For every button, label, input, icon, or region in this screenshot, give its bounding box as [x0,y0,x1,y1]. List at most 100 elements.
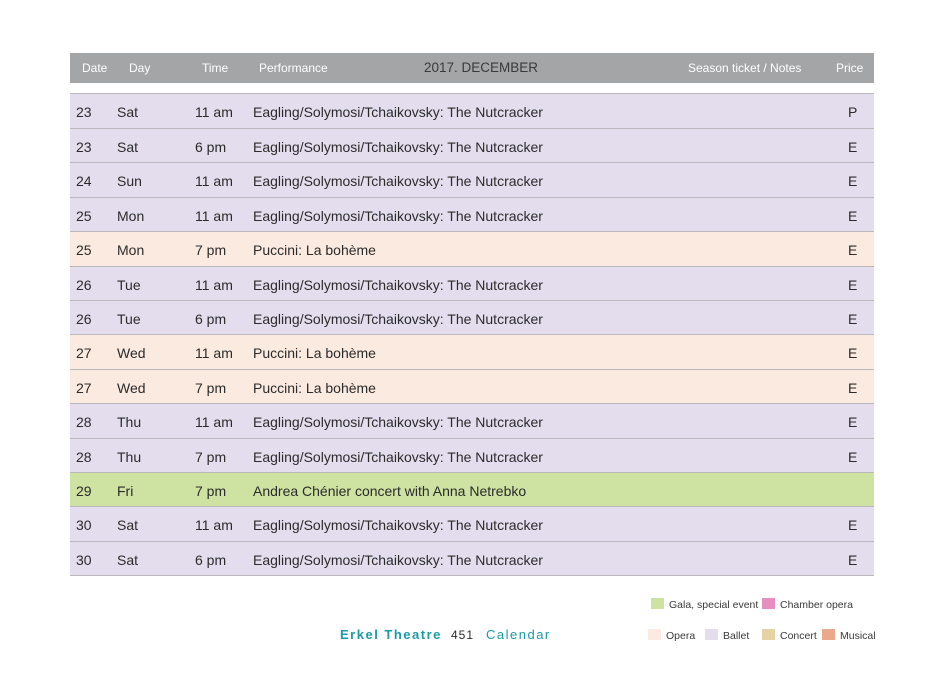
row-price: E [848,448,858,465]
row-performance: Eagling/Solymosi/Tchaikovsky: The Nutcra… [253,207,543,224]
row-time: 11 am [195,414,233,431]
table-row: 23 Sat 11 am Eagling/Solymosi/Tchaikovsky: … [70,94,874,129]
row-time: 7 pm [195,379,227,396]
row-day: Tue [117,310,141,327]
row-date: 30 [76,551,92,568]
row-day: Thu [117,414,142,431]
table-row: 28 Thu 11 am Eagling/Solymosi/Tchaikovsky: … [70,404,874,439]
row-date: 30 [76,517,92,534]
row-day: Sat [117,104,139,120]
row-date: 28 [76,448,92,465]
row-time: 11 am [195,104,233,120]
row-performance: Eagling/Solymosi/Tchaikovsky: The Nutcra… [253,414,543,431]
row-performance: Eagling/Solymosi/Tchaikovsky: The Nutcra… [253,139,543,155]
row-day: Mon [117,207,145,224]
row-time: 6 pm [195,310,227,327]
row-performance: Eagling/Solymosi/Tchaikovsky: The Nutcra… [253,276,543,293]
table-row: 26 Tue 6 pm Eagling/Solymosi/Tchaikovsky: T… [70,300,874,336]
row-time: 11 am [195,276,233,293]
row-price: E [848,379,858,396]
legend-gala-label: Gala, special event [669,599,759,611]
row-day: Thu [117,448,142,465]
header-day: Day [129,61,151,75]
row-day: Tue [117,276,141,293]
row-date: 23 [76,139,92,155]
row-price: E [848,139,858,155]
legend-chamber-swatch [762,598,775,609]
calendar-table: Date Day Time Performance 2017. DECEMBER… [70,53,874,577]
row-time: 7 pm [195,482,227,499]
row-price: E [848,173,858,190]
header-date: Date [82,61,108,75]
row-performance: Eagling/Solymosi/Tchaikovsky: The Nutcra… [253,517,543,534]
legend-concert-swatch [762,629,775,640]
row-day: Wed [117,345,146,362]
row-time: 11 am [195,207,233,224]
table-row: 30 Sat 11 am Eagling/Solymosi/Tchaikovsky: … [70,507,874,542]
footer-theatre: Erkel Theatre [340,627,442,642]
row-date: 23 [76,104,92,120]
header-spacer [70,83,874,94]
row-performance: Puccini: La bohème [253,242,376,259]
row-performance: Puccini: La bohème [253,345,376,362]
row-date: 26 [76,276,92,293]
legend-opera-swatch [648,629,661,640]
table-row: 25 Mon 11 am Eagling/Solymosi/Tchaikovsky: … [70,197,874,233]
row-price: E [848,414,858,431]
row-price: E [848,310,858,327]
legend-musical-swatch [822,629,835,640]
row-performance: Eagling/Solymosi/Tchaikovsky: The Nutcra… [253,551,543,568]
legend-concert-label: Concert [780,630,817,642]
legend-chamber-label: Chamber opera [780,599,853,611]
legend-musical-label: Musical [840,630,876,642]
row-date: 24 [76,173,92,190]
header-time: Time [202,61,229,75]
row-time: 11 am [195,345,233,362]
row-day: Sun [117,173,142,190]
legend-ballet: Ballet [705,629,749,642]
row-price: E [848,207,858,224]
row-day: Wed [117,379,146,396]
row-time: 7 pm [195,242,227,259]
legend-opera-label: Opera [666,630,696,642]
row-time: 11 am [195,517,233,534]
row-date: 28 [76,414,92,431]
legend-ballet-label: Ballet [723,630,750,642]
row-price: P [848,104,858,120]
row-performance: Eagling/Solymosi/Tchaikovsky: The Nutcra… [253,448,543,465]
row-day: Sat [117,139,139,155]
row-performance: Eagling/Solymosi/Tchaikovsky: The Nutcra… [253,173,543,190]
row-date: 29 [76,482,92,499]
row-price: E [848,551,858,568]
table-header: Date Day Time Performance 2017. DECEMBER… [70,53,874,83]
row-price: E [848,517,858,534]
row-price: E [848,242,858,259]
row-day: Fri [117,482,134,499]
table-row: 28 Thu 7 pm Eagling/Solymosi/Tchaikovsky: T… [70,438,874,473]
row-date: 26 [76,310,92,327]
footer-page-number: 451 [451,628,475,642]
header-month: 2017. DECEMBER [424,60,539,75]
row-time: 6 pm [195,551,227,568]
row-date: 25 [76,242,92,259]
legend-chamber: Chamber opera [762,598,853,611]
row-performance: Andrea Chénier concert with Anna Netrebk… [253,482,527,499]
row-price: E [848,345,858,362]
header-performance: Performance [259,61,328,75]
legend-ballet-swatch [705,629,718,640]
row-performance: Eagling/Solymosi/Tchaikovsky: The Nutcra… [253,104,543,120]
table-row: 25 Mon 7 pm Puccini: La bohème E [70,232,874,267]
table-row: 23 Sat 6 pm Eagling/Solymosi/Tchaikovsky: T… [70,129,874,164]
row-time: 6 pm [195,139,227,155]
table-row: 30 Sat 6 pm Eagling/Solymosi/Tchaikovsky: T… [70,541,874,577]
legend-musical: Musical [822,629,876,642]
legend-concert: Concert [762,629,817,642]
row-performance: Puccini: La bohème [253,379,376,396]
row-performance: Eagling/Solymosi/Tchaikovsky: The Nutcra… [253,310,543,327]
legend-opera: Opera [648,629,695,642]
row-date: 27 [76,379,92,396]
legend-gala: Gala, special event [651,598,758,611]
row-price: E [848,276,858,293]
row-date: 27 [76,345,92,362]
legend-gala-swatch [651,598,664,609]
